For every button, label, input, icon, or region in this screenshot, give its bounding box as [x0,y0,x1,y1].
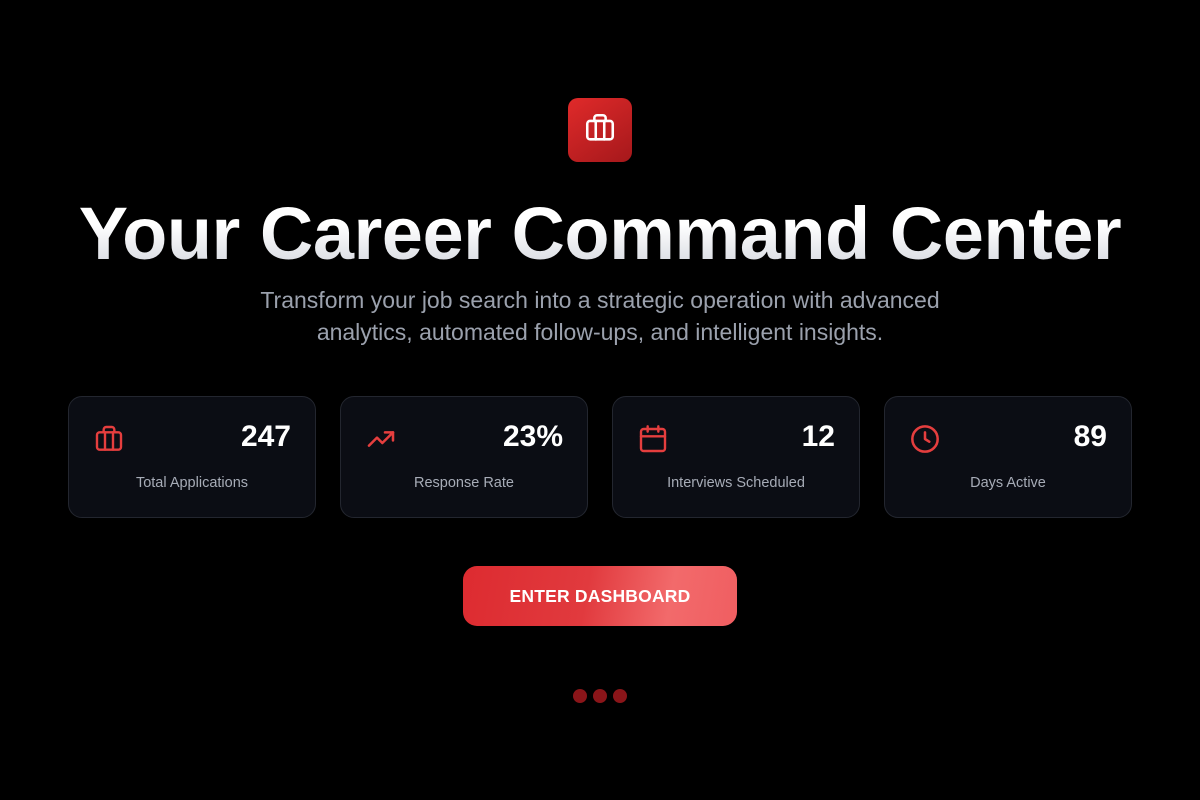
stat-value: 89 [1073,420,1107,453]
clock-icon [909,423,941,455]
stat-value: 23% [502,420,563,453]
stat-value: 247 [240,420,291,453]
loading-dot [573,689,587,703]
hero-subtitle: Transform your job search into a strateg… [200,284,1000,348]
calendar-icon [637,423,669,455]
stat-card-total-applications: 247 Total Applications [68,396,316,518]
loading-dot [613,689,627,703]
page-title: Your Career Command Center [0,186,1200,282]
hero-subtitle-line-1: Transform your job search into a strateg… [260,287,940,313]
stats-row: 247 Total Applications 23% Response Rate… [68,396,1132,518]
stat-value: 12 [801,420,835,453]
loading-dots [573,689,629,703]
briefcase-icon [583,111,617,150]
stat-card-response-rate: 23% Response Rate [340,396,588,518]
loading-dot [593,689,607,703]
trending-up-icon [365,423,397,455]
stat-label: Response Rate [414,475,514,491]
hero-subtitle-line-2: analytics, automated follow-ups, and int… [316,319,884,345]
enter-dashboard-button[interactable]: ENTER DASHBOARD [463,566,737,626]
stat-label: Days Active [970,475,1046,491]
stat-card-days-active: 89 Days Active [884,396,1132,518]
stat-card-interviews-scheduled: 12 Interviews Scheduled [612,396,860,518]
stat-label: Total Applications [135,475,249,491]
stat-label: Interviews Scheduled [667,475,805,491]
app-logo [568,98,632,162]
briefcase-icon [93,423,125,455]
